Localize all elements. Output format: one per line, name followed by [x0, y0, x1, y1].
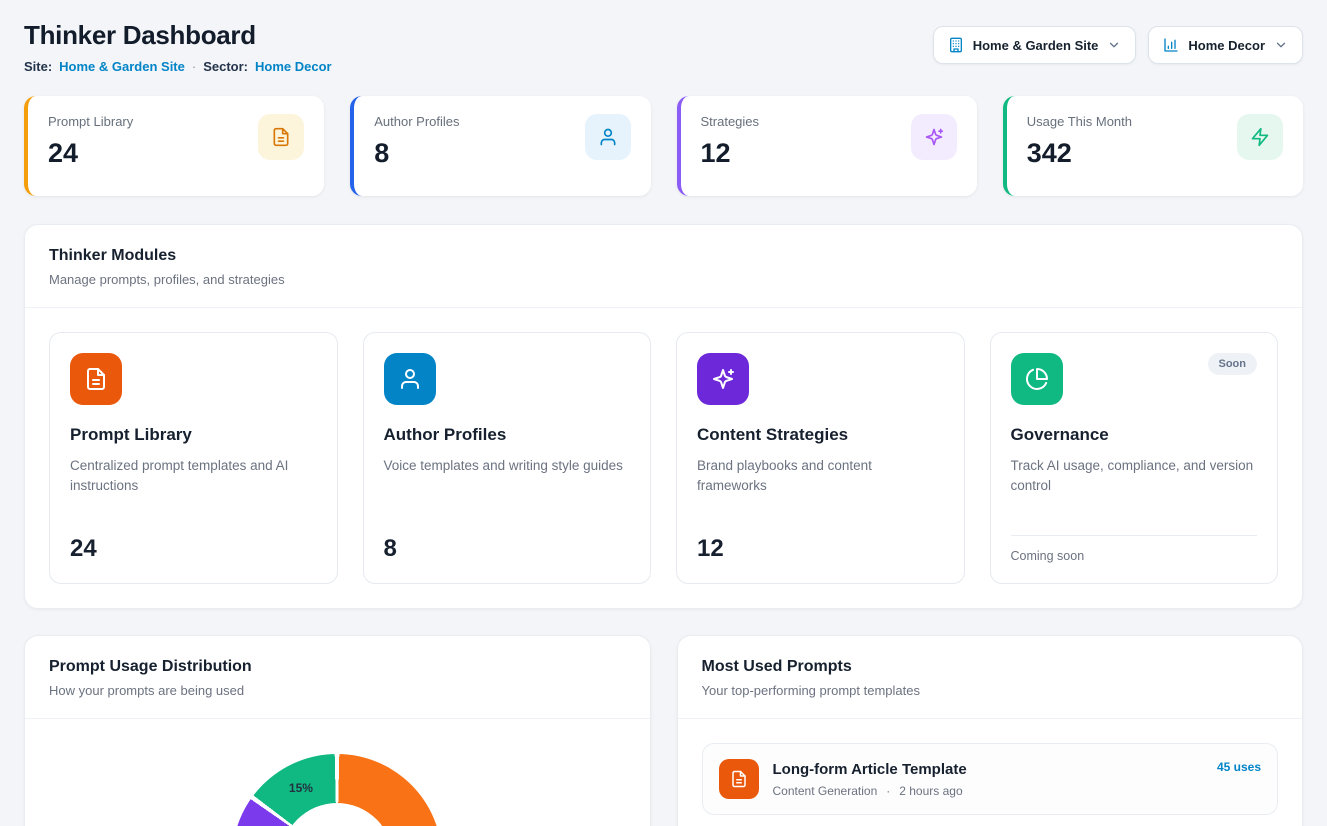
user-icon	[384, 353, 436, 405]
page-title: Thinker Dashboard	[24, 20, 332, 51]
bottom-row: Prompt Usage Distribution How your promp…	[24, 635, 1303, 826]
coming-soon-note: Coming soon	[1011, 549, 1258, 563]
module-card-content-strategies[interactable]: Content Strategies Brand playbooks and c…	[676, 332, 965, 584]
usage-panel-header: Prompt Usage Distribution How your promp…	[25, 636, 650, 719]
chart-area: 15%	[25, 719, 650, 826]
site-selector-label: Home & Garden Site	[973, 38, 1099, 53]
document-icon	[70, 353, 122, 405]
prompt-category: Content Generation	[773, 784, 878, 798]
module-card-prompt-library[interactable]: Prompt Library Centralized prompt templa…	[49, 332, 338, 584]
usage-donut-chart: 15%	[232, 754, 442, 826]
user-icon	[585, 114, 631, 160]
building-icon	[948, 37, 964, 53]
document-icon	[258, 114, 304, 160]
sparkles-icon	[911, 114, 957, 160]
header-selectors: Home & Garden Site Home Decor	[933, 20, 1303, 64]
stat-card-author-profiles: Author Profiles 8	[350, 96, 650, 196]
module-top-row: Soon	[1011, 353, 1258, 405]
stat-card-prompt-library: Prompt Library 24	[24, 96, 324, 196]
bar-chart-icon	[1163, 37, 1179, 53]
stat-value: 8	[374, 138, 459, 169]
header-left: Thinker Dashboard Site: Home & Garden Si…	[24, 20, 332, 74]
stats-row: Prompt Library 24 Author Profiles 8 Stra…	[24, 96, 1303, 196]
chevron-down-icon	[1274, 38, 1288, 52]
modules-panel-subtitle: Manage prompts, profiles, and strategies	[49, 272, 1278, 287]
prompts-panel-title: Most Used Prompts	[702, 658, 1279, 676]
module-card-author-profiles[interactable]: Author Profiles Voice templates and writ…	[363, 332, 652, 584]
prompts-panel-header: Most Used Prompts Your top-performing pr…	[678, 636, 1303, 719]
sector-link[interactable]: Home Decor	[255, 59, 332, 74]
stat-text: Strategies 12	[701, 114, 760, 169]
site-selector-dropdown[interactable]: Home & Garden Site	[933, 26, 1137, 64]
site-label: Site:	[24, 59, 52, 74]
site-link[interactable]: Home & Garden Site	[59, 59, 185, 74]
stat-text: Usage This Month 342	[1027, 114, 1132, 169]
modules-panel-title: Thinker Modules	[49, 247, 1278, 265]
module-title: Content Strategies	[697, 425, 944, 445]
prompts-panel-subtitle: Your top-performing prompt templates	[702, 683, 1279, 698]
stat-card-strategies: Strategies 12	[677, 96, 977, 196]
sector-selector-dropdown[interactable]: Home Decor	[1148, 26, 1303, 64]
usage-panel-title: Prompt Usage Distribution	[49, 658, 626, 676]
module-count: 24	[70, 519, 317, 563]
stat-value: 342	[1027, 138, 1132, 169]
modules-panel-header: Thinker Modules Manage prompts, profiles…	[25, 225, 1302, 308]
page-header: Thinker Dashboard Site: Home & Garden Si…	[24, 20, 1303, 74]
module-description: Track AI usage, compliance, and version …	[1011, 456, 1258, 497]
module-count: 8	[384, 519, 631, 563]
module-title: Prompt Library	[70, 425, 317, 445]
stat-text: Author Profiles 8	[374, 114, 459, 169]
modules-grid: Prompt Library Centralized prompt templa…	[25, 308, 1302, 608]
sector-selector-label: Home Decor	[1188, 38, 1265, 53]
separator-dot: ·	[886, 784, 890, 798]
breadcrumb: Site: Home & Garden Site · Sector: Home …	[24, 59, 332, 74]
module-card-governance: Soon Governance Track AI usage, complian…	[990, 332, 1279, 584]
module-title: Governance	[1011, 425, 1258, 445]
prompt-time: 2 hours ago	[899, 784, 962, 798]
donut-segment-label: 15%	[289, 781, 313, 795]
most-used-prompts-panel: Most Used Prompts Your top-performing pr…	[677, 635, 1304, 826]
thinker-modules-panel: Thinker Modules Manage prompts, profiles…	[24, 224, 1303, 609]
stat-label: Prompt Library	[48, 114, 133, 129]
module-description: Voice templates and writing style guides	[384, 456, 631, 476]
soon-badge: Soon	[1208, 353, 1258, 375]
stat-value: 12	[701, 138, 760, 169]
module-description: Centralized prompt templates and AI inst…	[70, 456, 317, 497]
prompt-uses-badge: 45 uses	[1217, 760, 1261, 774]
prompt-item-text: Long-form Article Template Content Gener…	[773, 761, 967, 798]
divider	[1011, 535, 1258, 536]
pie-chart-icon	[1011, 353, 1063, 405]
stat-label: Author Profiles	[374, 114, 459, 129]
usage-panel-subtitle: How your prompts are being used	[49, 683, 626, 698]
prompt-title: Long-form Article Template	[773, 761, 967, 778]
document-icon	[719, 759, 759, 799]
module-count: 12	[697, 519, 944, 563]
thinker-dashboard-page: Thinker Dashboard Site: Home & Garden Si…	[0, 0, 1327, 826]
sector-label: Sector:	[203, 59, 248, 74]
stat-label: Strategies	[701, 114, 760, 129]
module-title: Author Profiles	[384, 425, 631, 445]
zap-icon	[1237, 114, 1283, 160]
chevron-down-icon	[1107, 38, 1121, 52]
stat-card-usage: Usage This Month 342	[1003, 96, 1303, 196]
sparkles-icon	[697, 353, 749, 405]
prompt-list-item[interactable]: Long-form Article Template Content Gener…	[702, 743, 1279, 815]
prompt-list: Long-form Article Template Content Gener…	[678, 719, 1303, 826]
stat-value: 24	[48, 138, 133, 169]
prompt-meta: Content Generation · 2 hours ago	[773, 784, 967, 798]
usage-distribution-panel: Prompt Usage Distribution How your promp…	[24, 635, 651, 826]
stat-label: Usage This Month	[1027, 114, 1132, 129]
separator-dot: ·	[192, 59, 196, 74]
module-description: Brand playbooks and content frameworks	[697, 456, 944, 497]
stat-text: Prompt Library 24	[48, 114, 133, 169]
